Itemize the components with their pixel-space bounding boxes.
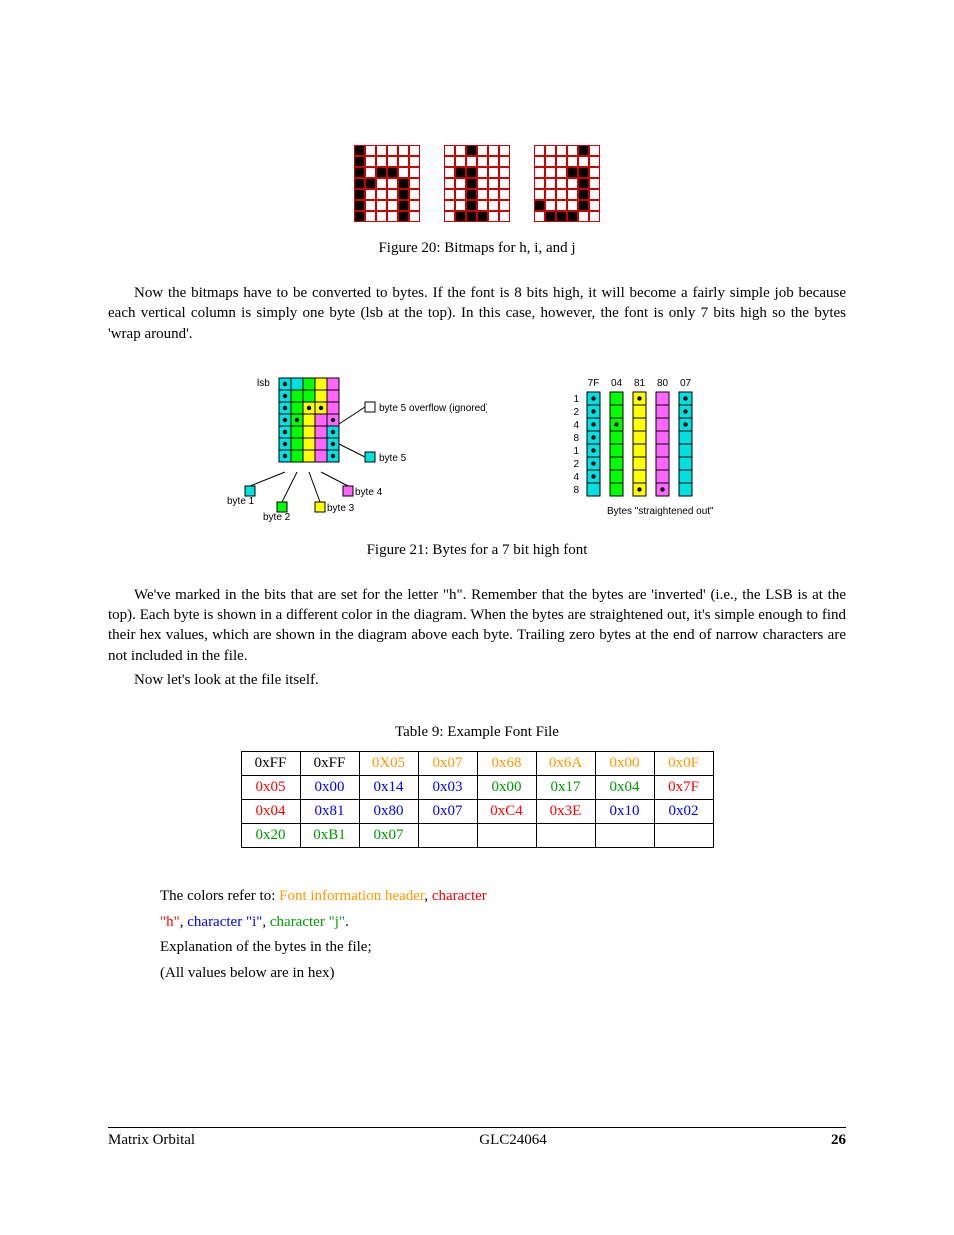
byte5-label: byte 5: [379, 453, 407, 464]
svg-text:1: 1: [573, 394, 579, 405]
table-cell: 0x05: [241, 776, 300, 800]
table-cell: 0x04: [241, 800, 300, 824]
svg-text:4: 4: [573, 420, 579, 431]
paragraph-1: Now the bitmaps have to be converted to …: [108, 283, 846, 344]
svg-text:04: 04: [611, 378, 623, 389]
page: Figure 20: Bitmaps for h, i, and j Now t…: [0, 0, 954, 1235]
table-cell: 0x17: [536, 776, 595, 800]
table-cell: [595, 824, 654, 848]
svg-text:81: 81: [634, 378, 646, 389]
bitmap-j: [534, 145, 600, 222]
table-cell: 0xFF: [300, 752, 359, 776]
svg-text:80: 80: [657, 378, 669, 389]
lsb-label: lsb: [257, 378, 270, 389]
figure-21-caption: Figure 21: Bytes for a 7 bit high font: [108, 542, 846, 559]
table-cell: 0x03: [418, 776, 477, 800]
table-cell: 0xC4: [477, 800, 536, 824]
figure-20-caption: Figure 20: Bitmaps for h, i, and j: [108, 240, 846, 257]
byte5-overflow-label: byte 5 overflow (ignored): [379, 403, 487, 414]
table-cell: 0x02: [654, 800, 713, 824]
table-cell: 0x04: [595, 776, 654, 800]
table-cell: 0x00: [300, 776, 359, 800]
figure-21-diagram: byte 5 overflow (ignored) byte 5 lsb byt…: [108, 374, 846, 524]
svg-text:4: 4: [573, 472, 579, 483]
table-9-caption: Table 9: Example Font File: [108, 724, 846, 741]
footer-center: GLC24064: [479, 1132, 547, 1149]
svg-text:2: 2: [573, 459, 579, 470]
svg-text:8: 8: [573, 485, 579, 496]
footer-left: Matrix Orbital: [108, 1132, 195, 1149]
figure-21-right-caption: Bytes "straightened out": [607, 506, 714, 517]
svg-text:2: 2: [573, 407, 579, 418]
table-cell: 0x07: [418, 752, 477, 776]
table-cell: 0x14: [359, 776, 418, 800]
footer-page-number: 26: [831, 1132, 846, 1149]
bitmap-i: [444, 145, 510, 222]
svg-text:1: 1: [573, 446, 579, 457]
figure-21-right: 7F04818007 12481248 Bytes "straightened …: [557, 374, 727, 524]
table-cell: [477, 824, 536, 848]
table-cell: 0x0F: [654, 752, 713, 776]
table-cell: 0x68: [477, 752, 536, 776]
table-cell: 0x10: [595, 800, 654, 824]
table-cell: 0x00: [595, 752, 654, 776]
table-cell: 0x20: [241, 824, 300, 848]
paragraph-2: We've marked in the bits that are set fo…: [108, 585, 846, 666]
table-cell: 0x81: [300, 800, 359, 824]
table-cell: [536, 824, 595, 848]
svg-text:8: 8: [573, 433, 579, 444]
page-footer: Matrix Orbital GLC24064 26: [108, 1127, 846, 1149]
byte3-label: byte 3: [327, 503, 355, 514]
figure-21-left: byte 5 overflow (ignored) byte 5 lsb byt…: [227, 374, 487, 524]
table-cell: 0xB1: [300, 824, 359, 848]
table-cell: 0x6A: [536, 752, 595, 776]
figure-20-bitmaps: [108, 145, 846, 222]
table-cell: 0x07: [418, 800, 477, 824]
table-cell: 0x80: [359, 800, 418, 824]
table-cell: 0x3E: [536, 800, 595, 824]
svg-text:7F: 7F: [588, 378, 600, 389]
color-legend: The colors refer to: Font information he…: [160, 884, 586, 986]
byte1-label: byte 1: [227, 496, 255, 507]
table-9: 0xFF0xFF0X050x070x680x6A0x000x0F0x050x00…: [241, 751, 714, 848]
table-cell: 0X05: [359, 752, 418, 776]
svg-text:07: 07: [680, 378, 692, 389]
paragraph-3: Now let's look at the file itself.: [108, 670, 846, 690]
table-cell: [418, 824, 477, 848]
byte4-label: byte 4: [355, 487, 383, 498]
table-cell: [654, 824, 713, 848]
table-cell: 0x00: [477, 776, 536, 800]
table-cell: 0xFF: [241, 752, 300, 776]
table-cell: 0x07: [359, 824, 418, 848]
bitmap-h: [354, 145, 420, 222]
byte2-label: byte 2: [263, 512, 291, 523]
table-cell: 0x7F: [654, 776, 713, 800]
